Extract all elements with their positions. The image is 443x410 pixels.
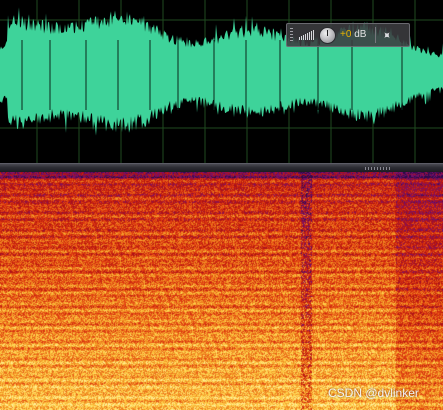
pin-icon[interactable]: ✦ xyxy=(379,27,395,43)
divider-grip[interactable] xyxy=(365,167,391,170)
panel-divider[interactable] xyxy=(0,163,443,172)
volume-knob-icon[interactable] xyxy=(320,27,335,43)
gain-value: +0 xyxy=(340,29,352,40)
waveform-display[interactable]: +0 dB ✦ xyxy=(0,0,443,163)
hud-divider xyxy=(375,27,377,43)
hud-drag-handle[interactable] xyxy=(290,28,293,42)
hud-volume-control[interactable]: +0 dB ✦ xyxy=(286,23,410,47)
watermark-text: CSDN @dvlinker xyxy=(328,386,419,400)
spectrogram-graphic xyxy=(0,172,443,410)
gain-unit: dB xyxy=(354,29,367,40)
signal-bars-icon xyxy=(299,30,314,40)
spectral-frequency-display[interactable] xyxy=(0,172,443,410)
gain-readout[interactable]: +0 dB xyxy=(340,29,366,41)
